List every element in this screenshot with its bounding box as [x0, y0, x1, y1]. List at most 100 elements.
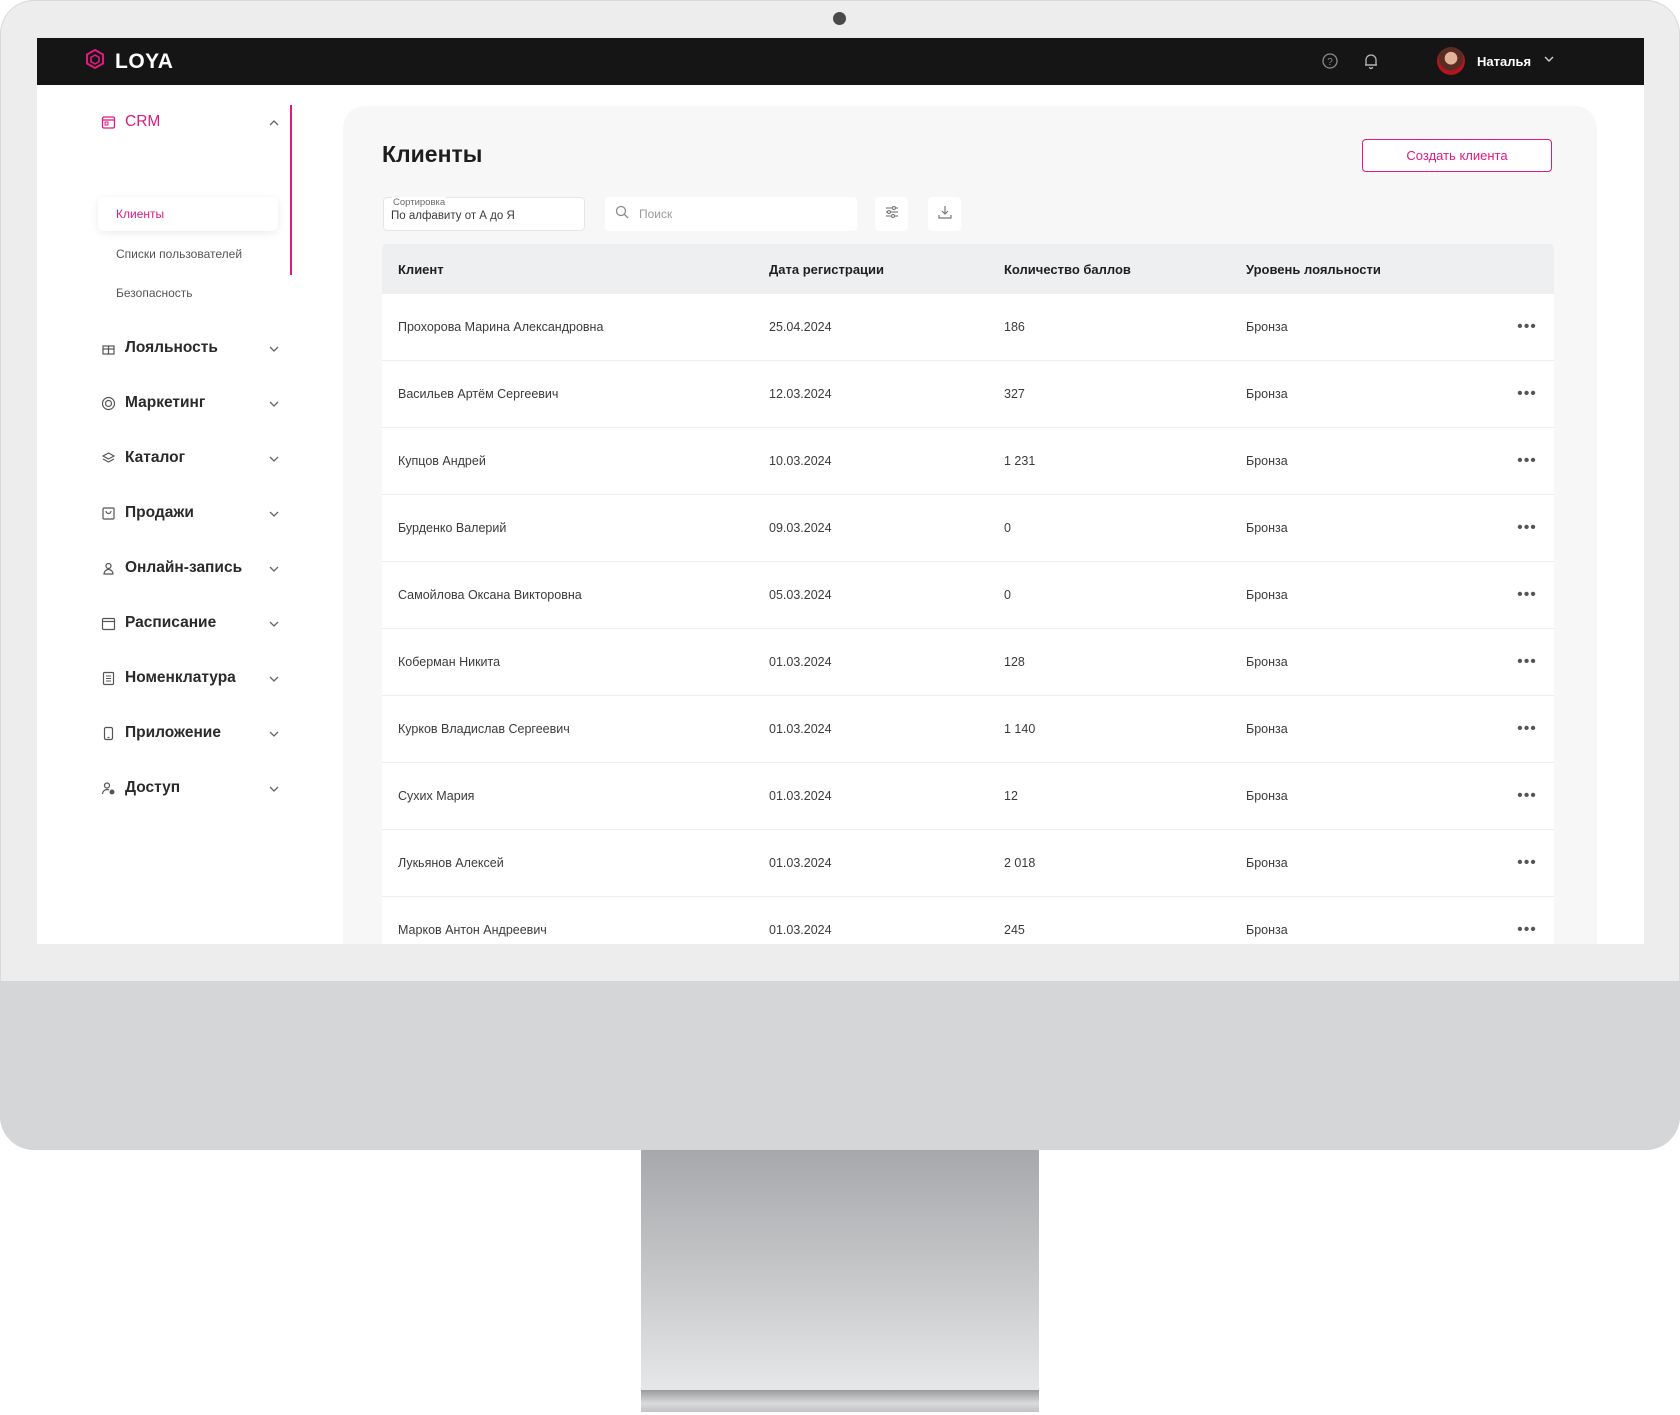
column-header-loyalty-level[interactable]: Уровень лояльности — [1246, 262, 1500, 277]
chevron-down-icon — [268, 617, 280, 629]
column-header-registration-date[interactable]: Дата регистрации — [769, 262, 1004, 277]
client-name: Прохорова Марина Александровна — [398, 320, 604, 334]
brand-name: LOYA — [115, 49, 174, 73]
table-header: Клиент Дата регистрации Количество балло… — [382, 244, 1554, 294]
sidebar-item-app[interactable]: Приложение — [100, 720, 280, 746]
chevron-down-icon — [268, 452, 280, 464]
sidebar-item-label: CRM — [125, 113, 161, 130]
loyalty-level: Бронза — [1246, 655, 1288, 669]
sidebar-subitem-clients[interactable]: Клиенты — [98, 197, 278, 231]
table-row[interactable]: Марков Антон Андреевич 01.03.2024 245 Бр… — [382, 897, 1554, 944]
more-actions-button[interactable]: ••• — [1500, 854, 1554, 871]
sidebar-active-indicator — [290, 105, 292, 275]
create-client-button[interactable]: Создать клиента — [1362, 139, 1552, 172]
sidebar-item-crm[interactable]: CRM — [100, 109, 280, 135]
monitor-frame: LOYA ? Наталья CRM Клиенты Списки пользо… — [0, 0, 1680, 1150]
more-dots-icon: ••• — [1517, 586, 1537, 603]
page-title: Клиенты — [382, 141, 483, 167]
sidebar-item-label: Каталог — [125, 449, 186, 466]
sidebar-item-nomenclature[interactable]: Номенклатура — [100, 665, 280, 691]
sort-select[interactable]: Сортировка По алфавиту от А до Я — [383, 197, 585, 231]
table-row[interactable]: Прохорова Марина Александровна 25.04.202… — [382, 294, 1554, 361]
search-input[interactable] — [637, 206, 841, 222]
list-icon — [100, 670, 116, 686]
layers-icon — [100, 450, 116, 466]
sidebar-subitem-security[interactable]: Безопасность — [98, 276, 278, 310]
phone-icon — [100, 725, 116, 741]
client-name: Бурденко Валерий — [398, 521, 507, 535]
client-name: Лукьянов Алексей — [398, 856, 504, 870]
chevron-down-icon — [268, 562, 280, 574]
camera-dot — [833, 12, 846, 25]
logo[interactable]: LOYA — [85, 48, 174, 74]
loyalty-level: Бронза — [1246, 588, 1288, 602]
registration-date: 01.03.2024 — [769, 722, 832, 736]
person-icon — [100, 560, 116, 576]
more-actions-button[interactable]: ••• — [1500, 921, 1554, 938]
more-dots-icon: ••• — [1517, 318, 1537, 335]
column-header-client[interactable]: Клиент — [382, 262, 769, 277]
more-actions-button[interactable]: ••• — [1500, 720, 1554, 737]
sidebar-item-access[interactable]: Доступ — [100, 775, 280, 801]
table-row[interactable]: Купцов Андрей 10.03.2024 1 231 Бронза ••… — [382, 428, 1554, 495]
registration-date: 01.03.2024 — [769, 923, 832, 937]
download-button[interactable] — [928, 197, 961, 231]
chevron-down-icon — [268, 782, 280, 794]
sidebar-item-catalog[interactable]: Каталог — [100, 445, 280, 471]
sidebar-item-marketing[interactable]: Маркетинг — [100, 390, 280, 416]
client-name: Коберман Никита — [398, 655, 501, 669]
target-icon — [100, 395, 116, 411]
gift-icon — [100, 340, 116, 356]
loyalty-level: Бронза — [1246, 789, 1288, 803]
client-name: Марков Антон Андреевич — [398, 923, 547, 937]
more-actions-button[interactable]: ••• — [1500, 787, 1554, 804]
table-row[interactable]: Сухих Мария 01.03.2024 12 Бронза ••• — [382, 763, 1554, 830]
filter-button[interactable] — [875, 197, 908, 231]
more-dots-icon: ••• — [1517, 720, 1537, 737]
registration-date: 01.03.2024 — [769, 655, 832, 669]
column-header-points[interactable]: Количество баллов — [1004, 262, 1246, 277]
more-actions-button[interactable]: ••• — [1500, 318, 1554, 335]
more-actions-button[interactable]: ••• — [1500, 520, 1554, 536]
more-actions-button[interactable]: ••• — [1500, 654, 1554, 670]
table-row[interactable]: Курков Владислав Сергеевич 01.03.2024 1 … — [382, 696, 1554, 763]
registration-date: 25.04.2024 — [769, 320, 832, 334]
chevron-down-icon — [268, 672, 280, 684]
bag-icon — [100, 505, 116, 521]
registration-date: 12.03.2024 — [769, 387, 832, 401]
points: 12 — [1004, 789, 1018, 803]
sidebar-item-label: Лояльность — [125, 339, 218, 356]
sidebar-item-sales[interactable]: Продажи — [100, 500, 280, 526]
table-row[interactable]: Васильев Артём Сергеевич 12.03.2024 327 … — [382, 361, 1554, 428]
points: 2 018 — [1004, 856, 1036, 870]
question-circle-icon[interactable]: ? — [1321, 52, 1339, 70]
sidebar-item-label: Расписание — [125, 614, 217, 631]
points: 1 140 — [1004, 722, 1036, 736]
user-menu[interactable]: Наталья — [1437, 47, 1555, 75]
more-dots-icon: ••• — [1517, 787, 1537, 804]
more-dots-icon: ••• — [1517, 921, 1537, 938]
top-bar: LOYA ? Наталья — [37, 38, 1644, 85]
more-actions-button[interactable]: ••• — [1500, 452, 1554, 469]
sidebar-item-schedule[interactable]: Расписание — [100, 610, 280, 636]
download-icon — [937, 204, 953, 225]
sidebar-item-online-booking[interactable]: Онлайн-запись — [100, 555, 280, 581]
sidebar-item-loyalty[interactable]: Лояльность — [100, 335, 280, 361]
bell-icon[interactable] — [1362, 52, 1380, 70]
more-dots-icon: ••• — [1517, 854, 1537, 871]
table-row[interactable]: Лукьянов Алексей 01.03.2024 2 018 Бронза… — [382, 830, 1554, 897]
more-dots-icon: ••• — [1517, 452, 1537, 469]
table-row[interactable]: Коберман Никита 01.03.2024 128 Бронза ••… — [382, 629, 1554, 696]
search-field[interactable] — [605, 197, 857, 231]
table-row[interactable]: Самойлова Оксана Викторовна 05.03.2024 0… — [382, 562, 1554, 629]
table-row[interactable]: Бурденко Валерий 09.03.2024 0 Бронза ••• — [382, 495, 1554, 562]
screen: LOYA ? Наталья CRM Клиенты Списки пользо… — [37, 38, 1644, 944]
sidebar-subitem-user-lists[interactable]: Списки пользователей — [98, 237, 278, 271]
more-dots-icon: ••• — [1517, 385, 1537, 402]
more-actions-button[interactable]: ••• — [1500, 586, 1554, 603]
search-icon — [615, 205, 629, 224]
more-actions-button[interactable]: ••• — [1500, 385, 1554, 402]
chevron-down-icon — [268, 342, 280, 354]
client-name: Сухих Мария — [398, 789, 475, 803]
sort-label: Сортировка — [392, 197, 447, 208]
